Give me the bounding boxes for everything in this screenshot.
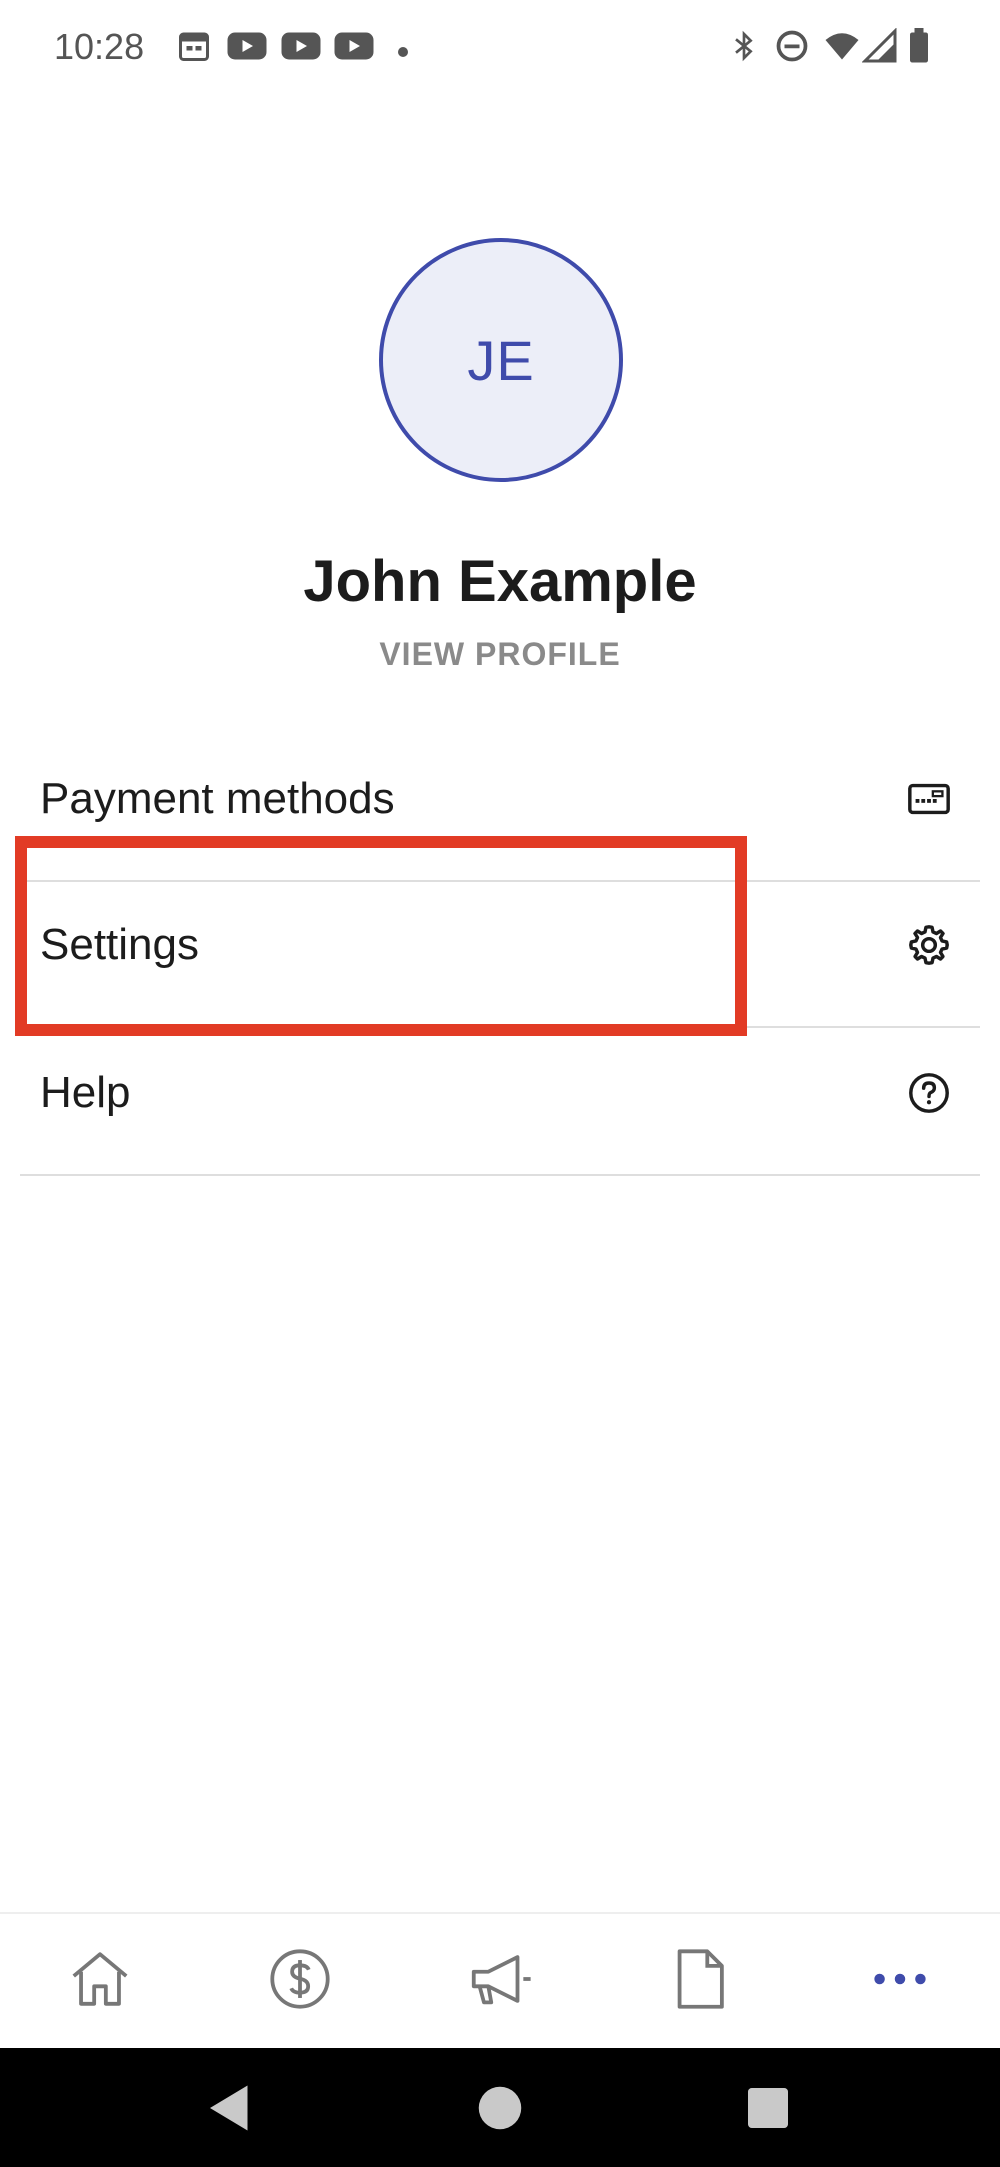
- view-profile-link[interactable]: VIEW PROFILE: [0, 636, 1000, 673]
- bluetooth-icon: [728, 28, 760, 69]
- megaphone-icon: [471, 1955, 531, 2005]
- menu-item-settings[interactable]: Settings: [20, 880, 980, 1028]
- battery-icon: [908, 28, 930, 69]
- more-icon: [874, 1973, 926, 1985]
- document-icon: [677, 1949, 724, 2009]
- nav-home-button[interactable]: [65, 1944, 135, 2014]
- wifi-icon: [822, 28, 862, 69]
- nav-announcements-button[interactable]: [465, 1944, 535, 2014]
- menu-item-label: Payment methods: [40, 774, 395, 823]
- payment-card-icon: [906, 776, 952, 822]
- youtube-icon: [280, 28, 322, 69]
- avatar-initials: JE: [467, 328, 535, 392]
- back-triangle-icon: [210, 2085, 248, 2131]
- home-system-button[interactable]: [470, 2078, 530, 2138]
- help-circle-icon: [906, 1070, 952, 1116]
- home-circle-icon: [478, 2086, 522, 2130]
- cell-signal-icon: [861, 27, 898, 69]
- nav-more-button[interactable]: [865, 1944, 935, 2014]
- home-icon: [72, 1952, 128, 2006]
- menu-item-help[interactable]: Help: [20, 1028, 980, 1176]
- youtube-icon: [226, 28, 268, 69]
- status-bar: 10:28: [0, 0, 1000, 100]
- status-time: 10:28: [54, 26, 145, 67]
- notification-dot-icon: [398, 44, 408, 62]
- menu-item-label: Help: [40, 1068, 131, 1117]
- system-nav-bar: [0, 2048, 1000, 2167]
- menu-item-label: Settings: [40, 920, 199, 969]
- nav-payments-button[interactable]: [265, 1944, 335, 2014]
- back-button[interactable]: [200, 2078, 260, 2138]
- recents-button[interactable]: [738, 2078, 798, 2138]
- recents-square-icon: [748, 2088, 788, 2128]
- gear-icon: [906, 922, 952, 968]
- menu-item-payment-methods[interactable]: Payment methods: [20, 734, 980, 882]
- dollar-circle-icon: [270, 1949, 330, 2009]
- avatar[interactable]: JE: [379, 238, 623, 482]
- bottom-nav: [0, 1912, 1000, 2050]
- profile-name: John Example: [303, 549, 697, 614]
- calendar-icon: [176, 28, 212, 69]
- youtube-icon: [333, 28, 375, 69]
- do-not-disturb-icon: [774, 28, 810, 69]
- nav-documents-button[interactable]: [665, 1944, 735, 2014]
